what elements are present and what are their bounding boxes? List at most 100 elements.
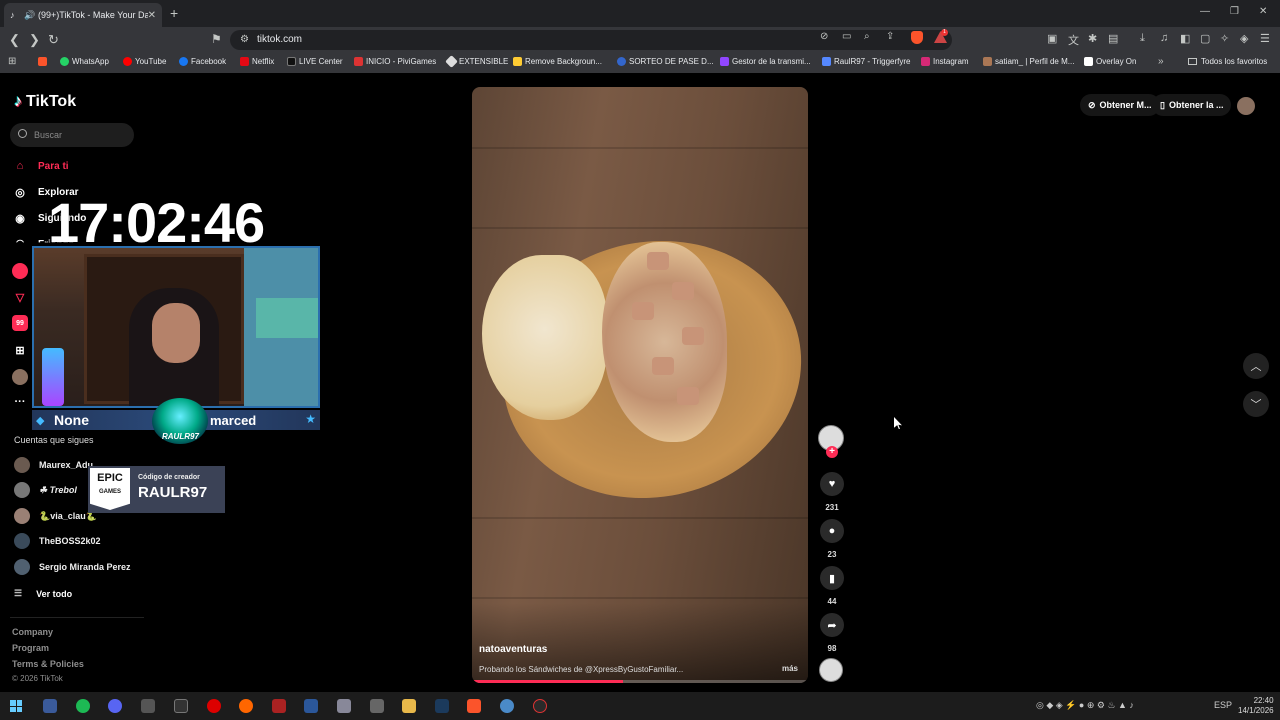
- bookmark-gestor[interactable]: Gestor de la transmi...: [720, 57, 811, 66]
- app-icon[interactable]: [272, 699, 286, 713]
- close-window-icon[interactable]: ✕: [1259, 6, 1267, 17]
- more-link[interactable]: más: [782, 664, 798, 673]
- bookmark-icon[interactable]: ⚑: [211, 32, 222, 46]
- phone-icon: ▯: [1160, 99, 1165, 110]
- all-bookmarks-folder[interactable]: Todos los favoritos: [1188, 57, 1267, 66]
- word-icon[interactable]: [304, 699, 318, 713]
- bookmark-extensible[interactable]: EXTENSIBLE: [445, 55, 508, 68]
- previous-video-button[interactable]: ︿: [1243, 353, 1269, 379]
- new-tab-button[interactable]: +: [170, 5, 178, 21]
- get-coins-button[interactable]: ⊘ Obtener M...: [1080, 94, 1160, 116]
- calculator-icon[interactable]: [370, 699, 384, 713]
- brave-shields-icon[interactable]: [911, 31, 923, 44]
- bookmark-live-center[interactable]: LIVE Center: [287, 57, 343, 66]
- minimize-icon[interactable]: —: [1200, 6, 1210, 17]
- twitch-icon: [720, 57, 729, 66]
- more-bookmarks-icon[interactable]: »: [1158, 56, 1164, 67]
- clock[interactable]: 22:40 14/1/2026: [1238, 696, 1274, 716]
- user-avatar[interactable]: [1237, 97, 1255, 115]
- following-section-title: Cuentas que sigues: [14, 435, 94, 445]
- discord-icon[interactable]: [108, 699, 122, 713]
- following-item[interactable]: 🐍via_clau🐍: [14, 508, 97, 524]
- obs-icon[interactable]: [533, 699, 547, 713]
- heart-icon: ♥: [828, 478, 836, 490]
- like-button[interactable]: ♥: [820, 472, 844, 496]
- translate-icon[interactable]: 文: [1068, 32, 1079, 48]
- footer-terms-link[interactable]: Terms & Policies: [12, 659, 84, 669]
- language-indicator[interactable]: ESP: [1214, 700, 1232, 710]
- footer-company-link[interactable]: Company: [12, 627, 53, 637]
- bookmark-youtube[interactable]: YouTube: [123, 57, 166, 66]
- brave-icon[interactable]: [467, 699, 481, 713]
- music-disc-icon[interactable]: [819, 658, 843, 682]
- facebook-icon: [179, 57, 188, 66]
- more-icon: ···: [14, 396, 26, 408]
- bookmark-remove-bg[interactable]: Remove Backgroun...: [513, 57, 602, 66]
- restore-icon[interactable]: ❐: [1230, 6, 1239, 17]
- follow-plus-icon[interactable]: +: [826, 446, 838, 458]
- following-item[interactable]: Sergio Miranda Perez: [14, 559, 131, 575]
- bookmark-triggerfyre[interactable]: RaulR97 - Triggerfyre: [822, 57, 910, 66]
- comment-button[interactable]: ●: [820, 519, 844, 543]
- epic-games-icon[interactable]: [174, 699, 188, 713]
- music-icon[interactable]: ♫: [1160, 32, 1168, 44]
- browser-tab[interactable]: ♪ 🔊 (99+)TikTok - Make Your Day ✕: [4, 3, 162, 27]
- download-icon[interactable]: ⤓: [1140, 32, 1145, 45]
- back-icon[interactable]: ❮: [9, 32, 20, 48]
- opera-icon[interactable]: [207, 699, 221, 713]
- following-item[interactable]: ☘ Trebol: [14, 482, 77, 498]
- site-info-icon[interactable]: ⚙: [240, 34, 249, 45]
- save-button[interactable]: ▮: [820, 566, 844, 590]
- firefox-icon[interactable]: [239, 699, 253, 713]
- cast-icon[interactable]: ▭: [842, 31, 851, 42]
- screenshot-icon[interactable]: ▤: [1108, 32, 1118, 45]
- bookmark-pivigames[interactable]: INICIO - PiviGames: [354, 57, 436, 66]
- page-icon: [1084, 57, 1093, 66]
- windows-start-icon[interactable]: [10, 700, 22, 712]
- extension-icon[interactable]: ▣: [1047, 32, 1057, 45]
- vpn-icon[interactable]: ◈: [1240, 32, 1248, 45]
- see-all-link[interactable]: ☰ Ver todo: [14, 588, 72, 599]
- bookmark-netflix[interactable]: Netflix: [240, 57, 274, 66]
- bookmark-facebook[interactable]: Facebook: [179, 57, 226, 66]
- app-icon[interactable]: [43, 699, 57, 713]
- video-progress[interactable]: [472, 680, 808, 683]
- forward-icon[interactable]: ❯: [29, 32, 40, 48]
- wallet-icon[interactable]: ▢: [1200, 32, 1210, 45]
- get-app-button[interactable]: ▯ Obtener la ...: [1152, 94, 1232, 116]
- video-author[interactable]: natoaventuras: [479, 644, 547, 655]
- zoom-icon[interactable]: ⌕: [864, 31, 870, 42]
- share-icon[interactable]: ⇪: [886, 31, 894, 42]
- reader-off-icon[interactable]: ⊘: [820, 31, 828, 42]
- next-video-button[interactable]: ﹀: [1243, 391, 1269, 417]
- sidebar-icon[interactable]: ◧: [1180, 32, 1190, 45]
- app-icon[interactable]: [500, 699, 514, 713]
- steam-icon[interactable]: [435, 699, 449, 713]
- close-tab-icon[interactable]: ✕: [148, 10, 156, 21]
- search-input[interactable]: Buscar: [10, 123, 134, 147]
- nav-for-you[interactable]: ⌂ Para ti: [12, 158, 69, 174]
- tiktok-logo[interactable]: ♪ TikTok: [14, 93, 76, 111]
- share-button[interactable]: ➦: [820, 613, 844, 637]
- menu-icon[interactable]: ☰: [1260, 32, 1270, 45]
- bookmark-overlay-on[interactable]: Overlay On: [1084, 57, 1136, 66]
- footer-program-link[interactable]: Program: [12, 643, 49, 653]
- video-player[interactable]: natoaventuras Probando los Sándwiches de…: [472, 87, 808, 683]
- spotify-icon[interactable]: [76, 699, 90, 713]
- following-item[interactable]: Maurex_Adu: [14, 457, 93, 473]
- messages-icon: 99: [12, 315, 28, 331]
- apps-icon[interactable]: ⊞: [8, 56, 16, 67]
- following-item[interactable]: TheBOSS2k02: [14, 533, 101, 549]
- app-icon[interactable]: [141, 699, 155, 713]
- bookmark-instagram[interactable]: Instagram: [921, 57, 969, 66]
- bookmark-brave[interactable]: [38, 57, 50, 66]
- app-icon[interactable]: [337, 699, 351, 713]
- bookmark-satiam[interactable]: satiam_ | Perfil de M...: [983, 57, 1074, 66]
- bookmark-whatsapp[interactable]: WhatsApp: [60, 57, 109, 66]
- puzzle-icon[interactable]: ✱: [1088, 32, 1097, 45]
- tray-icons[interactable]: ◎ ◆ ◈ ⚡ ● ⊕ ⚙ ♨ ▲ ♪: [1036, 700, 1134, 711]
- reload-icon[interactable]: ↻: [48, 32, 59, 48]
- bookmark-sorteo[interactable]: SORTEO DE PASE D...: [617, 57, 714, 66]
- leo-ai-icon[interactable]: ✧: [1220, 32, 1229, 45]
- file-explorer-icon[interactable]: [402, 699, 416, 713]
